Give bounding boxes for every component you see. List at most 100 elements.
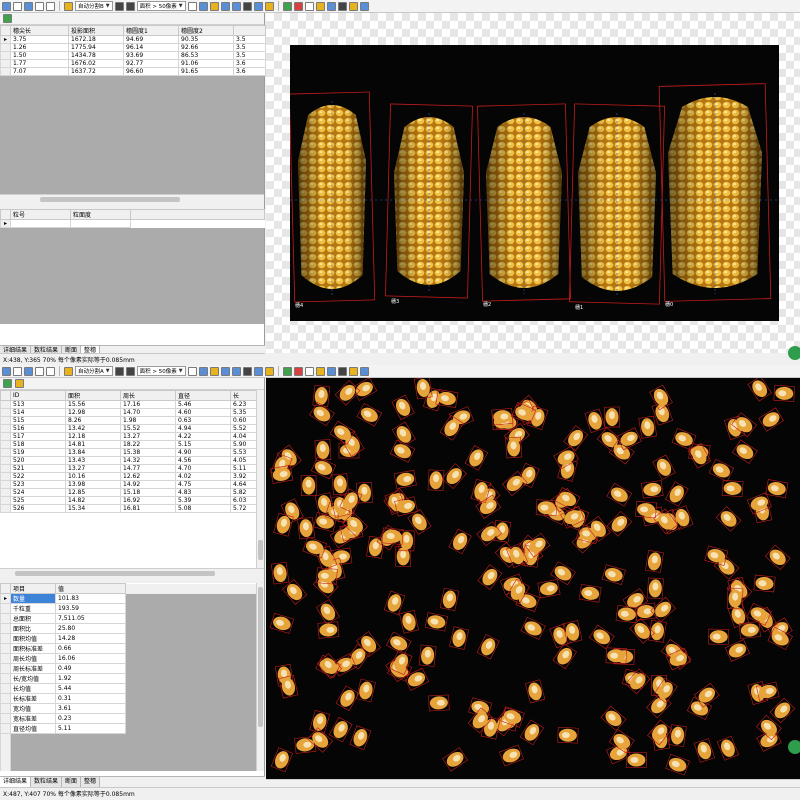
table-row[interactable]: 519 13.84 15.38 4.90 5.53 xyxy=(0,448,258,457)
table-row[interactable]: 直径均值 5.11 xyxy=(0,723,257,734)
column-header[interactable]: 面积 xyxy=(65,390,121,401)
corn-kernel[interactable] xyxy=(732,439,758,464)
table-row[interactable]: 524 12.85 15.18 4.83 5.82 xyxy=(0,488,258,497)
table-cell[interactable]: 5.90 xyxy=(230,440,258,449)
corn-kernel[interactable] xyxy=(385,631,412,656)
stat-value[interactable]: 3.61 xyxy=(55,703,126,714)
refresh-icon[interactable] xyxy=(3,379,12,388)
zoom-out-icon[interactable] xyxy=(46,1,55,11)
corn-kernel[interactable] xyxy=(664,481,689,507)
corn-kernel[interactable] xyxy=(282,579,308,605)
export-icon[interactable] xyxy=(220,366,230,376)
corn-kernel[interactable] xyxy=(600,705,627,732)
corn-kernel[interactable] xyxy=(715,506,742,532)
table-row[interactable]: 525 14.82 16.92 5.39 6.03 xyxy=(0,496,258,505)
corn-kernel[interactable] xyxy=(270,747,293,773)
table-row[interactable]: 面积标准差 0.66 xyxy=(0,643,257,654)
table-cell[interactable]: 4.02 xyxy=(175,472,231,481)
stat-value[interactable]: 101.83 xyxy=(55,593,126,604)
stat-value[interactable]: 0.66 xyxy=(55,643,126,654)
column-header[interactable]: 穗圆度1 xyxy=(123,25,179,36)
column-header[interactable]: ID xyxy=(10,390,66,401)
corn-kernel[interactable] xyxy=(317,621,340,639)
stat-value[interactable]: 7,511.05 xyxy=(55,613,126,624)
table-row[interactable]: 515 8.26 1.98 0.63 0.60 xyxy=(0,416,258,425)
table-cell[interactable]: 10.16 xyxy=(65,472,121,481)
table-cell[interactable]: 86.53 xyxy=(178,51,234,60)
table-cell[interactable]: 14.81 xyxy=(65,440,121,449)
corn-kernel[interactable] xyxy=(641,480,664,499)
corn-kernel[interactable] xyxy=(399,610,419,634)
stat-value[interactable]: 5.44 xyxy=(55,683,126,694)
corn-kernel[interactable] xyxy=(721,480,744,497)
table-cell[interactable]: 96.14 xyxy=(123,43,179,52)
corn-kernel[interactable] xyxy=(557,726,579,744)
table-cell[interactable]: 4.90 xyxy=(175,448,231,457)
stat-value[interactable]: 14.28 xyxy=(55,633,126,644)
print-icon[interactable] xyxy=(114,366,124,376)
corn-kernel[interactable] xyxy=(297,517,315,540)
column-header[interactable]: 直径 xyxy=(175,390,231,401)
table-cell[interactable]: 3.5 xyxy=(233,35,266,44)
stat-value[interactable]: 5.11 xyxy=(55,723,126,734)
picture-icon[interactable] xyxy=(209,1,219,11)
rotate-icon[interactable] xyxy=(253,1,263,11)
corn-kernel[interactable] xyxy=(550,561,576,586)
table-cell[interactable]: 15.18 xyxy=(120,488,176,497)
corn-kernel[interactable] xyxy=(765,479,789,499)
corn-kernel[interactable] xyxy=(606,510,633,537)
table-row[interactable]: ▸ 数量 101.83 xyxy=(0,593,257,604)
table-cell[interactable]: 4.56 xyxy=(175,456,231,465)
corn-kernel[interactable] xyxy=(270,464,294,484)
tab-section[interactable]: 断面 xyxy=(62,777,82,787)
table-cell[interactable]: 513 xyxy=(10,400,66,409)
corn-kernel[interactable] xyxy=(351,378,378,401)
corn-kernel[interactable] xyxy=(638,415,658,439)
table-cell[interactable]: 516 xyxy=(10,424,66,433)
rotate-icon[interactable] xyxy=(253,366,263,376)
table-row[interactable]: 宽标准差 0.23 xyxy=(0,713,257,724)
table-row[interactable]: 千粒重 193.59 xyxy=(0,603,257,614)
grid-icon[interactable] xyxy=(187,366,197,376)
stat-name[interactable]: 宽标准差 xyxy=(10,713,56,724)
corn-kernel[interactable] xyxy=(604,406,620,428)
table-cell[interactable]: 7.07 xyxy=(10,67,69,76)
table-cell[interactable]: 5.72 xyxy=(230,504,258,513)
table-cell[interactable]: 12.18 xyxy=(65,432,121,441)
table-cell[interactable]: 1672.18 xyxy=(68,35,124,44)
layers-icon[interactable] xyxy=(337,1,347,11)
corn-kernel[interactable] xyxy=(652,454,676,481)
stat-name[interactable]: 千粒重 xyxy=(10,603,56,614)
ear-image-viewport[interactable]: 穗4 穗3 穗2 穗1 穗0 xyxy=(266,13,800,353)
stat-value[interactable]: 193.59 xyxy=(55,603,126,614)
table-cell[interactable]: 517 xyxy=(10,432,66,441)
table-cell[interactable]: 518 xyxy=(10,440,66,449)
table-row[interactable]: 7.07 1637.72 96.60 91.65 3.6 xyxy=(0,67,266,76)
save-icon[interactable] xyxy=(13,1,22,11)
corn-kernel[interactable] xyxy=(449,626,470,650)
stat-name[interactable]: 周长均值 xyxy=(10,653,56,664)
table-cell[interactable]: 4.04 xyxy=(230,432,258,441)
stat-value[interactable]: 0.31 xyxy=(55,693,126,704)
measure-icon[interactable] xyxy=(198,366,208,376)
corn-kernel[interactable] xyxy=(309,709,331,735)
corn-kernel[interactable] xyxy=(764,544,791,570)
table-cell[interactable]: 515 xyxy=(10,416,66,425)
contrast-icon[interactable] xyxy=(242,366,252,376)
corn-kernel[interactable] xyxy=(747,378,772,402)
segment-icon[interactable] xyxy=(64,366,73,376)
corn-kernel[interactable] xyxy=(519,719,544,746)
table-cell[interactable]: 91.65 xyxy=(178,67,234,76)
table-cell[interactable]: 521 xyxy=(10,464,66,473)
table-row[interactable]: 522 10.16 12.62 4.02 3.92 xyxy=(0,472,258,481)
corn-ear[interactable]: 穗1 xyxy=(569,103,665,311)
help-icon[interactable] xyxy=(304,366,314,376)
corn-kernel[interactable] xyxy=(309,401,335,427)
table-cell[interactable]: 16.92 xyxy=(120,496,176,505)
arrow-icon[interactable] xyxy=(231,366,241,376)
corn-kernel[interactable] xyxy=(355,678,376,703)
table-cell[interactable]: 526 xyxy=(10,504,66,513)
table-row[interactable]: 1.77 1676.02 92.77 91.06 3.6 xyxy=(0,59,266,68)
corn-kernel[interactable] xyxy=(588,624,615,650)
open-icon[interactable] xyxy=(2,1,11,11)
